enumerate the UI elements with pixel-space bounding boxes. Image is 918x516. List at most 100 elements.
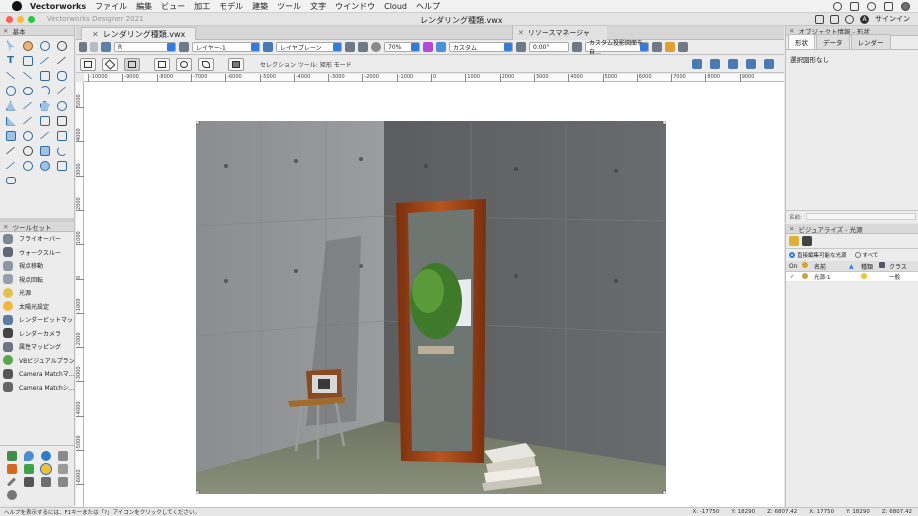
search-icon[interactable]	[867, 1, 876, 11]
dimension-tool[interactable]	[36, 53, 53, 68]
class-dropdown[interactable]: R	[114, 42, 176, 52]
toolset-item[interactable]: VBビジュアルプラント	[0, 354, 74, 368]
regular-polygon-tool[interactable]	[36, 98, 53, 113]
arc-tool[interactable]	[36, 83, 53, 98]
toolset-site-icon[interactable]	[20, 462, 37, 475]
polyline-tool[interactable]	[19, 98, 36, 113]
cloud-icon[interactable]	[833, 1, 842, 11]
text-tool[interactable]: T	[2, 53, 19, 68]
menu-help[interactable]: ヘルプ	[416, 1, 440, 12]
lights-icon[interactable]	[665, 42, 675, 52]
radio-editable[interactable]: 直接編集可能な光源	[789, 251, 847, 259]
tab-shape[interactable]: 形状	[788, 34, 815, 49]
toolset-item[interactable]: Camera Matchシ…	[0, 381, 74, 395]
radio-all[interactable]: すべて	[854, 251, 878, 259]
snap-object-icon[interactable]	[710, 59, 720, 69]
spiral-tool[interactable]	[53, 98, 70, 113]
toolset-3d-icon[interactable]	[20, 475, 37, 488]
toolset-item[interactable]: 光源	[0, 286, 74, 300]
view-plane-dropdown[interactable]: レイヤプレーン	[276, 42, 342, 52]
clip-tool[interactable]	[53, 128, 70, 143]
close-icon[interactable]: ✕	[3, 27, 8, 35]
menu-window[interactable]: ウインドウ	[335, 1, 375, 12]
apple-icon[interactable]	[12, 1, 22, 11]
snap-icon[interactable]	[678, 42, 688, 52]
toolset-item[interactable]: 太陽光設定	[0, 300, 74, 314]
close-icon[interactable]: ✕	[3, 223, 8, 231]
render-dropdown[interactable]: カスタム	[449, 42, 513, 52]
smart-points-icon[interactable]	[764, 59, 774, 69]
cameras-tab-icon[interactable]	[802, 236, 812, 246]
rotate-tool[interactable]	[19, 128, 36, 143]
offset-tool[interactable]	[36, 113, 53, 128]
projection-dropdown[interactable]: カスタム投影図面を自…	[585, 40, 649, 56]
drawing-canvas[interactable]	[84, 82, 784, 507]
visibility-icon[interactable]	[652, 42, 662, 52]
fillet-tool[interactable]	[53, 143, 70, 158]
chamfer-tool[interactable]	[2, 158, 19, 173]
toolset-item[interactable]: フライオーバー	[0, 232, 74, 246]
toolset-item[interactable]: ウォークスルー	[0, 246, 74, 260]
toolset-item[interactable]: レンダーカメラ	[0, 327, 74, 341]
double-line-tool[interactable]	[19, 68, 36, 83]
triangle-tool[interactable]	[2, 113, 19, 128]
mirror-tool[interactable]	[53, 113, 70, 128]
mode-button[interactable]	[102, 57, 118, 71]
rectangle-tool[interactable]	[36, 68, 53, 83]
selection-tool[interactable]	[2, 38, 19, 53]
snap-distance-icon[interactable]	[746, 59, 756, 69]
class-icon[interactable]	[101, 42, 111, 52]
snap-grid-icon[interactable]	[692, 59, 702, 69]
standard-view-icon[interactable]	[345, 42, 355, 52]
angle-icon[interactable]	[516, 42, 526, 52]
line-tool[interactable]	[2, 68, 19, 83]
create-symbol-tool[interactable]	[2, 173, 19, 188]
angle-field[interactable]: 0.00°	[529, 42, 569, 52]
minimize-window-button[interactable]	[17, 15, 24, 23]
connect-tool[interactable]	[36, 128, 53, 143]
pan-tool[interactable]	[19, 38, 36, 53]
col-type[interactable]: 種類	[861, 262, 879, 271]
zoom-tool[interactable]	[53, 38, 70, 53]
table-row[interactable]: ✓ 光源-1 一般	[786, 272, 918, 282]
view-plane-icon[interactable]	[263, 42, 273, 52]
close-tab-icon[interactable]: ✕	[92, 30, 99, 39]
toolset-item[interactable]: 属性マッピング	[0, 340, 74, 354]
zoom-icon[interactable]	[371, 42, 381, 52]
toolset-dims-icon[interactable]	[3, 449, 20, 462]
menu-modify[interactable]: 加工	[194, 1, 210, 12]
oval-tool[interactable]	[19, 83, 36, 98]
toolset-item[interactable]: 視点回転	[0, 273, 74, 287]
rendered-viewport[interactable]	[196, 121, 666, 494]
render-mode-icon[interactable]	[423, 42, 433, 52]
control-center-icon[interactable]	[884, 1, 893, 11]
sort-icon[interactable]: ▲	[849, 263, 861, 270]
scissors-tool[interactable]	[19, 143, 36, 158]
stamp-tool[interactable]	[53, 158, 70, 173]
menu-edit[interactable]: 編集	[136, 1, 152, 12]
attribute-tool[interactable]	[36, 143, 53, 158]
callout-tool[interactable]	[19, 53, 36, 68]
circle-tool[interactable]	[2, 83, 19, 98]
user-avatar[interactable]: A	[860, 14, 869, 24]
help-icon[interactable]	[845, 14, 854, 24]
col-class[interactable]: クラス	[889, 262, 907, 271]
rotate-view-icon[interactable]	[358, 42, 368, 52]
projection-icon[interactable]	[436, 42, 446, 52]
forward-icon[interactable]	[90, 42, 98, 52]
menu-text[interactable]: 文字	[310, 1, 326, 12]
cloud-sync-icon[interactable]	[815, 14, 824, 24]
freehand-tool[interactable]	[53, 83, 70, 98]
reshape-tool[interactable]	[19, 113, 36, 128]
back-icon[interactable]	[79, 42, 87, 52]
trim-tool[interactable]	[19, 158, 36, 173]
snap-angle-icon[interactable]	[728, 59, 738, 69]
toolset-settings-icon[interactable]	[3, 488, 20, 501]
rounded-rect-tool[interactable]	[53, 68, 70, 83]
light-on-checkmark-icon[interactable]: ✓	[786, 274, 802, 280]
menu-architecture[interactable]: 建築	[252, 1, 268, 12]
toolset-door-icon[interactable]	[54, 462, 71, 475]
col-name[interactable]: 名前	[814, 262, 849, 271]
flyover-tool[interactable]	[36, 38, 53, 53]
poly-mode-button[interactable]	[198, 57, 214, 71]
